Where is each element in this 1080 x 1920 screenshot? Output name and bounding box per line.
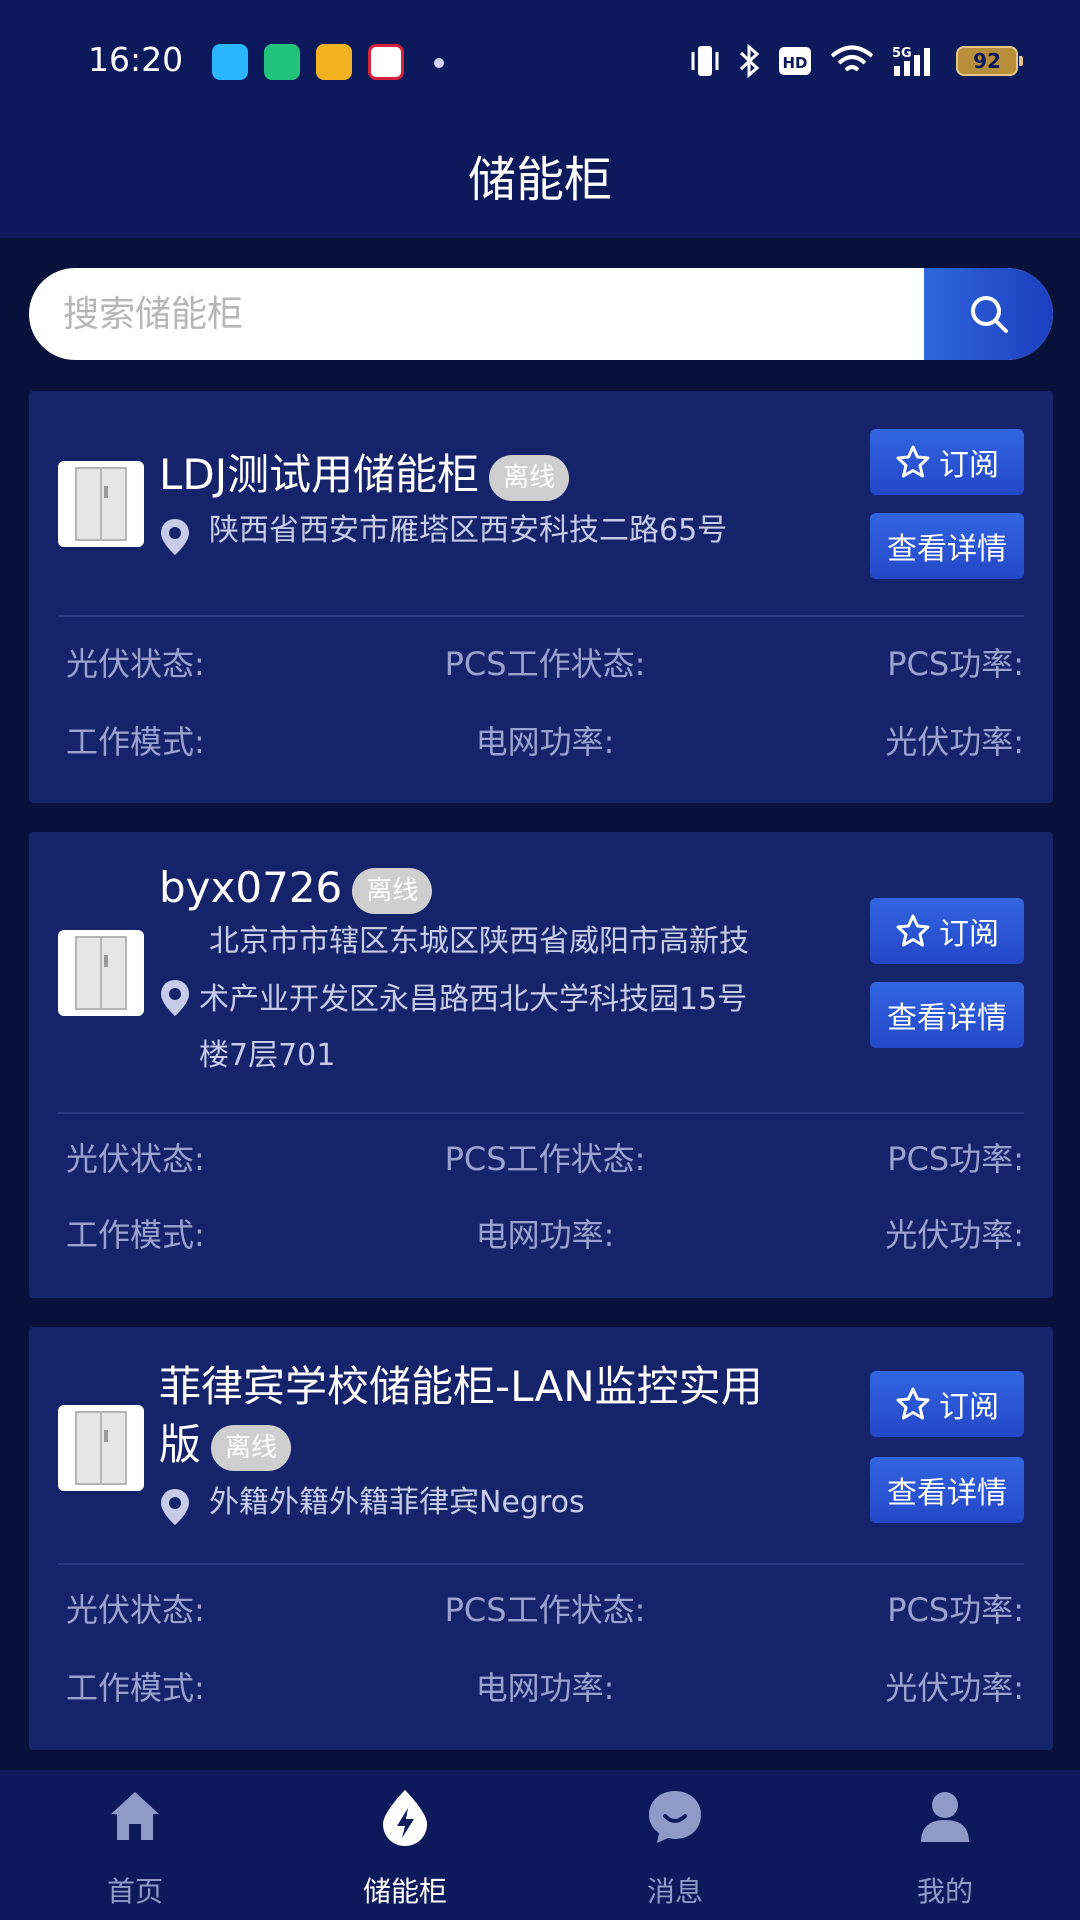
cabinet-address-line-3: 楼7层701	[199, 1038, 336, 1073]
subscribe-label: 订阅	[939, 917, 999, 952]
star-icon	[896, 1387, 930, 1420]
nav-label: 首页	[106, 1875, 163, 1908]
status-badge: 离线	[489, 454, 570, 501]
cabinet-name: LDJ测试用储能柜 离线	[159, 447, 570, 503]
star-icon	[896, 914, 930, 947]
card-divider	[58, 1112, 1024, 1114]
cabinet-name: 版离线	[159, 1417, 292, 1473]
bluetooth-icon	[739, 44, 760, 78]
svg-text:HD: HD	[782, 54, 807, 72]
nav-item-cabinet[interactable]: 储能柜	[270, 1770, 540, 1920]
view-detail-label: 查看详情	[887, 1001, 1007, 1036]
weibo-notification-icon	[316, 44, 352, 80]
pcs-work-status-label: PCS工作状态:	[444, 645, 646, 683]
pv-power-label: 光伏功率:	[885, 1669, 1024, 1707]
view-detail-label: 查看详情	[887, 532, 1007, 567]
card-divider	[58, 1563, 1024, 1565]
bottom-nav: 首页 储能柜 消息 我的	[0, 1770, 1080, 1920]
cabinet-name-line-1: 菲律宾学校储能柜-LAN监控实用	[159, 1362, 763, 1411]
grid-power-label: 电网功率:	[475, 723, 615, 761]
lightning-icon	[383, 1790, 427, 1846]
nav-item-home[interactable]: 首页	[0, 1770, 270, 1920]
subscribe-button[interactable]: 订阅	[870, 429, 1024, 495]
nav-label: 储能柜	[362, 1875, 447, 1908]
cabinet-card[interactable]: byx0726 离线 北京市市辖区东城区陕西省威阳市高新技 术产业开发区永昌路西北…	[29, 832, 1053, 1298]
pcs-work-status-label: PCS工作状态:	[444, 1140, 646, 1178]
subscribe-button[interactable]: 订阅	[870, 898, 1024, 964]
view-detail-label: 查看详情	[887, 1476, 1007, 1511]
subscribe-label: 订阅	[939, 1390, 999, 1425]
system-icons: HD 5G 92	[690, 44, 1023, 78]
svg-text:5G: 5G	[892, 46, 912, 61]
subscribe-label: 订阅	[939, 448, 999, 483]
cabinet-image	[58, 930, 144, 1016]
top-bar: 16:20 HD 5G 92 储能柜	[0, 0, 1080, 238]
cabinet-card[interactable]: LDJ测试用储能柜 离线 陕西省西安市雁塔区西安科技二路65号 订阅 查看详情 光…	[29, 391, 1053, 803]
location-pin-icon	[161, 980, 189, 1016]
cabinet-image	[58, 1405, 144, 1491]
view-detail-button[interactable]: 查看详情	[870, 513, 1024, 579]
nav-label: 我的	[916, 1875, 973, 1908]
status-bar: 16:20 HD 5G 92	[0, 0, 1080, 120]
grid-power-label: 电网功率:	[475, 1669, 615, 1707]
pcs-power-label: PCS功率:	[887, 1591, 1024, 1629]
cabinet-thumbnail-icon	[75, 1411, 127, 1485]
cabinet-address: 外籍外籍外籍菲律宾Negros	[209, 1485, 585, 1520]
bank-notification-icon	[368, 44, 404, 80]
cabinet-address: 陕西省西安市雁塔区西安科技二路65号	[209, 513, 728, 548]
nav-item-profile[interactable]: 我的	[810, 1770, 1080, 1920]
wifi-icon	[830, 45, 874, 72]
nav-label: 消息	[646, 1875, 703, 1908]
pcs-work-status-label: PCS工作状态:	[444, 1591, 646, 1629]
cabinet-thumbnail-icon	[75, 467, 127, 541]
location-pin-icon	[161, 1489, 189, 1525]
notification-app-icons	[212, 44, 404, 80]
cabinet-name-line-2: 版	[159, 1420, 202, 1469]
search-icon	[970, 296, 1008, 333]
status-time: 16:20	[88, 40, 184, 79]
pcs-power-label: PCS功率:	[887, 1140, 1024, 1178]
star-icon	[896, 445, 930, 478]
view-detail-button[interactable]: 查看详情	[870, 1457, 1024, 1523]
hd-icon: HD	[779, 47, 811, 75]
vibrate-icon	[691, 46, 719, 76]
cabinet-thumbnail-icon	[75, 936, 127, 1010]
search-button[interactable]	[924, 268, 1053, 360]
signal-5g-icon: 5G	[892, 46, 930, 76]
subscribe-button[interactable]: 订阅	[870, 1371, 1024, 1437]
battery-level: 92	[973, 49, 1001, 73]
more-notifications-dot-icon	[434, 58, 444, 68]
cabinet-address-line-2: 术产业开发区永昌路西北大学科技园15号	[199, 982, 748, 1017]
cabinet-name: byx0726 离线	[159, 860, 433, 916]
user-icon	[921, 1792, 969, 1842]
chat-icon	[649, 1791, 701, 1843]
search-input[interactable]	[29, 268, 924, 360]
cabinet-address-line-1: 北京市市辖区东城区陕西省威阳市高新技	[209, 924, 749, 959]
cabinet-card[interactable]: 菲律宾学校储能柜-LAN监控实用 版离线 外籍外籍外籍菲律宾Negros 订阅 …	[29, 1327, 1053, 1750]
cabinet-image	[58, 461, 144, 547]
cabinet-name-text: byx0726	[159, 863, 343, 912]
grid-power-label: 电网功率:	[475, 1216, 615, 1254]
battery-icon: 92	[956, 46, 1023, 76]
cabinet-name-text: LDJ测试用储能柜	[159, 450, 480, 499]
pv-power-label: 光伏功率:	[885, 1216, 1024, 1254]
status-badge: 离线	[352, 867, 433, 914]
home-icon	[111, 1792, 159, 1840]
app-notification-icon-1	[212, 44, 248, 80]
view-detail-button[interactable]: 查看详情	[870, 982, 1024, 1048]
page-title: 储能柜	[467, 152, 612, 208]
search-bar	[29, 268, 1053, 360]
nav-item-messages[interactable]: 消息	[540, 1770, 810, 1920]
location-pin-icon	[161, 519, 189, 555]
pv-power-label: 光伏功率:	[885, 723, 1024, 761]
pcs-power-label: PCS功率:	[887, 645, 1024, 683]
app-notification-icon-2	[264, 44, 300, 80]
card-divider	[58, 615, 1024, 617]
status-badge: 离线	[211, 1424, 292, 1471]
